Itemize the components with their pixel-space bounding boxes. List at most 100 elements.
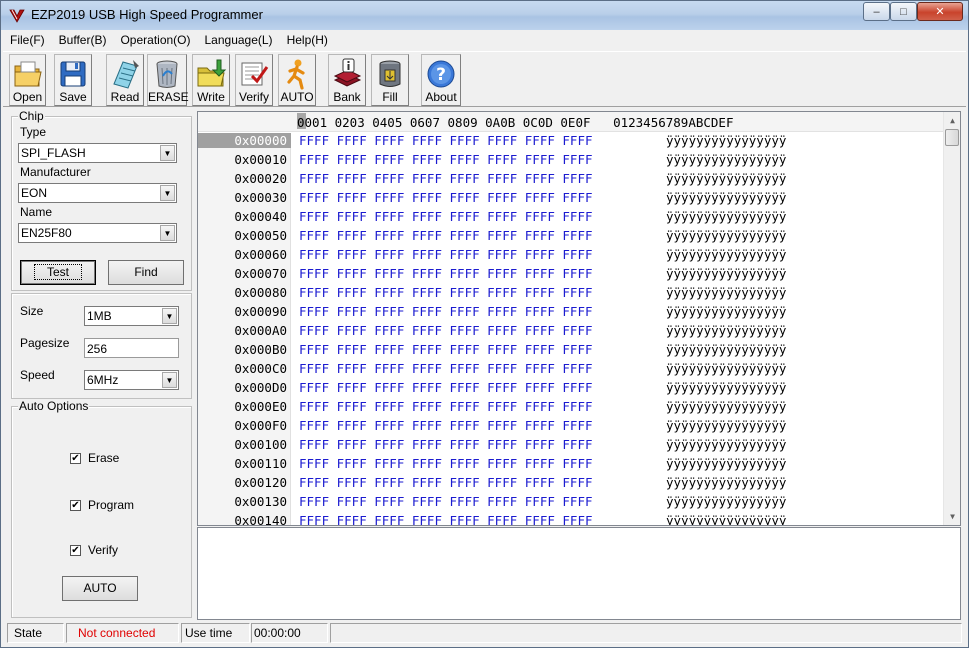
hex-row[interactable]: 0x00000 FFFF FFFF FFFF FFFF FFFF FFFF FFF… bbox=[198, 133, 943, 152]
hex-row[interactable]: 0x00050 FFFF FFFF FFFF FFFF FFFF FFFF FFF… bbox=[198, 228, 943, 247]
read-button[interactable]: Read bbox=[106, 54, 144, 106]
erase-button[interactable]: ERASE bbox=[147, 54, 189, 106]
hex-row-ascii[interactable]: ÿÿÿÿÿÿÿÿÿÿÿÿÿÿÿÿ bbox=[666, 380, 786, 395]
hex-row-ascii[interactable]: ÿÿÿÿÿÿÿÿÿÿÿÿÿÿÿÿ bbox=[666, 152, 786, 167]
hex-row-bytes[interactable]: FFFF FFFF FFFF FFFF FFFF FFFF FFFF FFFF bbox=[299, 323, 593, 338]
hex-row[interactable]: 0x00030 FFFF FFFF FFFF FFFF FFFF FFFF FFF… bbox=[198, 190, 943, 209]
hex-row-bytes[interactable]: FFFF FFFF FFFF FFFF FFFF FFFF FFFF FFFF bbox=[299, 380, 593, 395]
hex-row-ascii[interactable]: ÿÿÿÿÿÿÿÿÿÿÿÿÿÿÿÿ bbox=[666, 133, 786, 148]
hex-row[interactable]: 0x00070 FFFF FFFF FFFF FFFF FFFF FFFF FFF… bbox=[198, 266, 943, 285]
maximize-button[interactable]: □ bbox=[890, 2, 917, 21]
fill-button[interactable]: Fill bbox=[371, 54, 409, 106]
hex-row-bytes[interactable]: FFFF FFFF FFFF FFFF FFFF FFFF FFFF FFFF bbox=[299, 437, 593, 452]
speed-select[interactable]: 6MHz ▼ bbox=[84, 370, 179, 390]
auto-run-button[interactable]: AUTO bbox=[62, 576, 138, 601]
hex-row-bytes[interactable]: FFFF FFFF FFFF FFFF FFFF FFFF FFFF FFFF bbox=[299, 247, 593, 262]
hex-row-ascii[interactable]: ÿÿÿÿÿÿÿÿÿÿÿÿÿÿÿÿ bbox=[666, 171, 786, 186]
hex-row-bytes[interactable]: FFFF FFFF FFFF FFFF FFFF FFFF FFFF FFFF bbox=[299, 266, 593, 281]
minimize-button[interactable]: – bbox=[863, 2, 890, 21]
hex-row-ascii[interactable]: ÿÿÿÿÿÿÿÿÿÿÿÿÿÿÿÿ bbox=[666, 475, 786, 490]
hex-row-ascii[interactable]: ÿÿÿÿÿÿÿÿÿÿÿÿÿÿÿÿ bbox=[666, 494, 786, 509]
hex-row[interactable]: 0x00120 FFFF FFFF FFFF FFFF FFFF FFFF FFF… bbox=[198, 475, 943, 494]
hex-row-ascii[interactable]: ÿÿÿÿÿÿÿÿÿÿÿÿÿÿÿÿ bbox=[666, 304, 786, 319]
hex-row-bytes[interactable]: FFFF FFFF FFFF FFFF FFFF FFFF FFFF FFFF bbox=[299, 152, 593, 167]
hex-row-ascii[interactable]: ÿÿÿÿÿÿÿÿÿÿÿÿÿÿÿÿ bbox=[666, 209, 786, 224]
hex-row[interactable]: 0x000C0 FFFF FFFF FFFF FFFF FFFF FFFF FFF… bbox=[198, 361, 943, 380]
hex-row-bytes[interactable]: FFFF FFFF FFFF FFFF FFFF FFFF FFFF FFFF bbox=[299, 304, 593, 319]
hex-row-bytes[interactable]: FFFF FFFF FFFF FFFF FFFF FFFF FFFF FFFF bbox=[299, 456, 593, 471]
scroll-thumb[interactable] bbox=[945, 129, 959, 146]
hex-row-ascii[interactable]: ÿÿÿÿÿÿÿÿÿÿÿÿÿÿÿÿ bbox=[666, 228, 786, 243]
hex-row-ascii[interactable]: ÿÿÿÿÿÿÿÿÿÿÿÿÿÿÿÿ bbox=[666, 190, 786, 205]
size-select[interactable]: 1MB ▼ bbox=[84, 306, 179, 326]
bank-button[interactable]: Bank bbox=[328, 54, 366, 106]
find-button[interactable]: Find bbox=[108, 260, 184, 285]
hex-row-bytes[interactable]: FFFF FFFF FFFF FFFF FFFF FFFF FFFF FFFF bbox=[299, 494, 593, 509]
menu-language[interactable]: Language(L) bbox=[198, 30, 280, 50]
close-button[interactable]: ✕ bbox=[917, 2, 963, 21]
scroll-up-icon[interactable]: ▲ bbox=[944, 112, 960, 129]
hex-row[interactable]: 0x000F0 FFFF FFFF FFFF FFFF FFFF FFFF FFF… bbox=[198, 418, 943, 437]
erase-checkbox[interactable]: ✔ bbox=[70, 453, 81, 464]
type-select[interactable]: SPI_FLASH ▼ bbox=[18, 143, 177, 163]
hex-row-ascii[interactable]: ÿÿÿÿÿÿÿÿÿÿÿÿÿÿÿÿ bbox=[666, 342, 786, 357]
hex-row[interactable]: 0x00040 FFFF FFFF FFFF FFFF FFFF FFFF FFF… bbox=[198, 209, 943, 228]
hex-row-ascii[interactable]: ÿÿÿÿÿÿÿÿÿÿÿÿÿÿÿÿ bbox=[666, 418, 786, 433]
hex-row-ascii[interactable]: ÿÿÿÿÿÿÿÿÿÿÿÿÿÿÿÿ bbox=[666, 456, 786, 471]
hex-row[interactable]: 0x00090 FFFF FFFF FFFF FFFF FFFF FFFF FFF… bbox=[198, 304, 943, 323]
hex-row[interactable]: 0x000A0 FFFF FFFF FFFF FFFF FFFF FFFF FFF… bbox=[198, 323, 943, 342]
verify-checkbox[interactable]: ✔ bbox=[70, 545, 81, 556]
program-checkbox[interactable]: ✔ bbox=[70, 500, 81, 511]
hex-row-bytes[interactable]: FFFF FFFF FFFF FFFF FFFF FFFF FFFF FFFF bbox=[299, 285, 593, 300]
hex-row[interactable]: 0x00110 FFFF FFFF FFFF FFFF FFFF FFFF FFF… bbox=[198, 456, 943, 475]
hex-row-bytes[interactable]: FFFF FFFF FFFF FFFF FFFF FFFF FFFF FFFF bbox=[299, 228, 593, 243]
hex-row[interactable]: 0x00100 FFFF FFFF FFFF FFFF FFFF FFFF FFF… bbox=[198, 437, 943, 456]
hex-row-bytes[interactable]: FFFF FFFF FFFF FFFF FFFF FFFF FFFF FFFF bbox=[299, 361, 593, 376]
pagesize-input[interactable]: 256 bbox=[84, 338, 179, 358]
auto-button[interactable]: AUTO bbox=[278, 54, 316, 106]
save-button[interactable]: Save bbox=[54, 54, 92, 106]
hex-editor[interactable]: 0001 0203 0405 0607 0809 0A0B 0C0D 0E0F … bbox=[197, 111, 961, 526]
hex-row-bytes[interactable]: FFFF FFFF FFFF FFFF FFFF FFFF FFFF FFFF bbox=[299, 133, 593, 148]
hex-row-bytes[interactable]: FFFF FFFF FFFF FFFF FFFF FFFF FFFF FFFF bbox=[299, 475, 593, 490]
chevron-down-icon[interactable]: ▼ bbox=[160, 225, 175, 241]
hex-row-ascii[interactable]: ÿÿÿÿÿÿÿÿÿÿÿÿÿÿÿÿ bbox=[666, 247, 786, 262]
chevron-down-icon[interactable]: ▼ bbox=[160, 185, 175, 201]
about-button[interactable]: ? About bbox=[421, 54, 461, 106]
hex-row[interactable]: 0x00020 FFFF FFFF FFFF FFFF FFFF FFFF FFF… bbox=[198, 171, 943, 190]
hex-row-bytes[interactable]: FFFF FFFF FFFF FFFF FFFF FFFF FFFF FFFF bbox=[299, 342, 593, 357]
chevron-down-icon[interactable]: ▼ bbox=[162, 372, 177, 388]
hex-row-ascii[interactable]: ÿÿÿÿÿÿÿÿÿÿÿÿÿÿÿÿ bbox=[666, 513, 786, 525]
chevron-down-icon[interactable]: ▼ bbox=[160, 145, 175, 161]
hex-row-ascii[interactable]: ÿÿÿÿÿÿÿÿÿÿÿÿÿÿÿÿ bbox=[666, 323, 786, 338]
open-button[interactable]: Open bbox=[9, 54, 46, 106]
hex-row-ascii[interactable]: ÿÿÿÿÿÿÿÿÿÿÿÿÿÿÿÿ bbox=[666, 361, 786, 376]
hex-row[interactable]: 0x000D0 FFFF FFFF FFFF FFFF FFFF FFFF FFF… bbox=[198, 380, 943, 399]
menu-buffer[interactable]: Buffer(B) bbox=[52, 30, 114, 50]
hex-row-bytes[interactable]: FFFF FFFF FFFF FFFF FFFF FFFF FFFF FFFF bbox=[299, 399, 593, 414]
menu-file[interactable]: File(F) bbox=[3, 30, 52, 50]
hex-row[interactable]: 0x000E0 FFFF FFFF FFFF FFFF FFFF FFFF FFF… bbox=[198, 399, 943, 418]
hex-row[interactable]: 0x00010 FFFF FFFF FFFF FFFF FFFF FFFF FFF… bbox=[198, 152, 943, 171]
hex-row[interactable]: 0x00060 FFFF FFFF FFFF FFFF FFFF FFFF FFF… bbox=[198, 247, 943, 266]
title-bar[interactable]: EZP2019 USB High Speed Programmer – □ ✕ bbox=[1, 1, 968, 30]
hex-row-bytes[interactable]: FFFF FFFF FFFF FFFF FFFF FFFF FFFF FFFF bbox=[299, 190, 593, 205]
hex-row[interactable]: 0x00130 FFFF FFFF FFFF FFFF FFFF FFFF FFF… bbox=[198, 494, 943, 513]
vertical-scrollbar[interactable]: ▲ ▼ bbox=[943, 112, 960, 525]
manufacturer-select[interactable]: EON ▼ bbox=[18, 183, 177, 203]
hex-row[interactable]: 0x000B0 FFFF FFFF FFFF FFFF FFFF FFFF FFF… bbox=[198, 342, 943, 361]
hex-row[interactable]: 0x00080 FFFF FFFF FFFF FFFF FFFF FFFF FFF… bbox=[198, 285, 943, 304]
hex-row-bytes[interactable]: FFFF FFFF FFFF FFFF FFFF FFFF FFFF FFFF bbox=[299, 171, 593, 186]
chevron-down-icon[interactable]: ▼ bbox=[162, 308, 177, 324]
hex-row-bytes[interactable]: FFFF FFFF FFFF FFFF FFFF FFFF FFFF FFFF bbox=[299, 209, 593, 224]
hex-row-bytes[interactable]: FFFF FFFF FFFF FFFF FFFF FFFF FFFF FFFF bbox=[299, 418, 593, 433]
menu-help[interactable]: Help(H) bbox=[280, 30, 335, 50]
hex-row-bytes[interactable]: FFFF FFFF FFFF FFFF FFFF FFFF FFFF FFFF bbox=[299, 513, 593, 525]
scroll-down-icon[interactable]: ▼ bbox=[944, 508, 960, 525]
hex-row[interactable]: 0x00140 FFFF FFFF FFFF FFFF FFFF FFFF FFF… bbox=[198, 513, 943, 525]
menu-operation[interactable]: Operation(O) bbox=[113, 30, 197, 50]
test-button[interactable]: Test bbox=[20, 260, 96, 285]
log-output[interactable] bbox=[197, 527, 961, 620]
hex-row-ascii[interactable]: ÿÿÿÿÿÿÿÿÿÿÿÿÿÿÿÿ bbox=[666, 437, 786, 452]
hex-row-ascii[interactable]: ÿÿÿÿÿÿÿÿÿÿÿÿÿÿÿÿ bbox=[666, 399, 786, 414]
